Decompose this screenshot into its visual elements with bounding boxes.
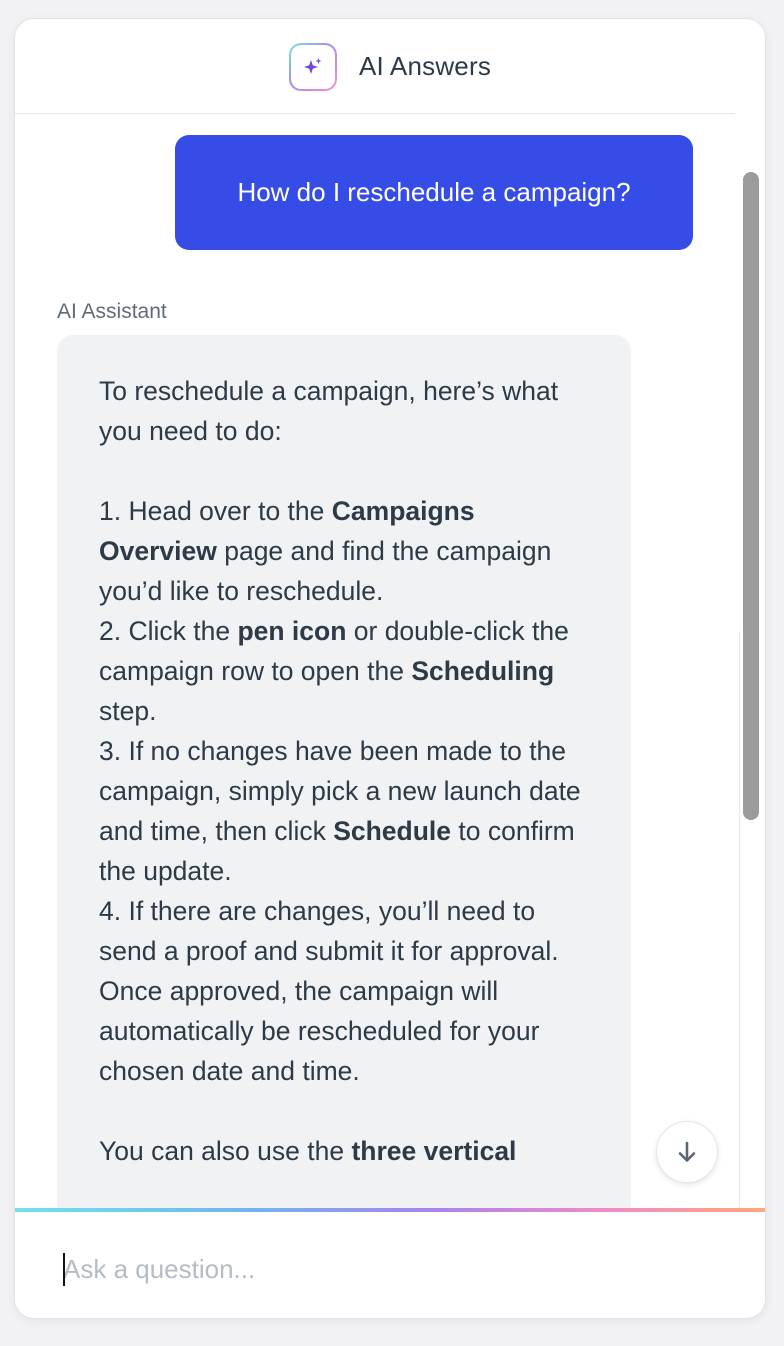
panel-header: AI Answers [15, 19, 765, 114]
ai-logo [288, 42, 337, 91]
assistant-outro: You can also use the three vertical [99, 1136, 517, 1166]
scroll-to-bottom-button[interactable] [656, 1121, 718, 1183]
scrollbar-thumb[interactable] [743, 172, 759, 820]
user-message-bubble: How do I reschedule a campaign? [175, 135, 693, 250]
user-message-text: How do I reschedule a campaign? [237, 177, 631, 207]
conversation-area[interactable]: How do I reschedule a campaign? AI Assis… [15, 114, 765, 1209]
text-caret [63, 1253, 65, 1286]
sparkles-icon [303, 57, 322, 74]
assistant-message-bubble: To reschedule a campaign, here’s what yo… [57, 335, 631, 1209]
assistant-step-1: 1. Head over to the Campaigns Overview p… [99, 496, 552, 606]
arrow-down-icon [678, 1141, 696, 1162]
assistant-label: AI Assistant [57, 300, 167, 323]
ai-answers-panel: AI Answers How do I reschedule a campaig… [14, 18, 766, 1319]
assistant-step-3: 3. If no changes have been made to the c… [99, 736, 581, 886]
assistant-step-2: 2. Click the pen icon or double-click th… [99, 616, 569, 726]
assistant-intro: To reschedule a campaign, here’s what yo… [99, 376, 559, 446]
question-input[interactable] [61, 1242, 715, 1296]
assistant-step-4: 4. If there are changes, you’ll need to … [99, 896, 559, 1086]
panel-title: AI Answers [358, 51, 492, 81]
question-input-area [15, 1212, 765, 1318]
